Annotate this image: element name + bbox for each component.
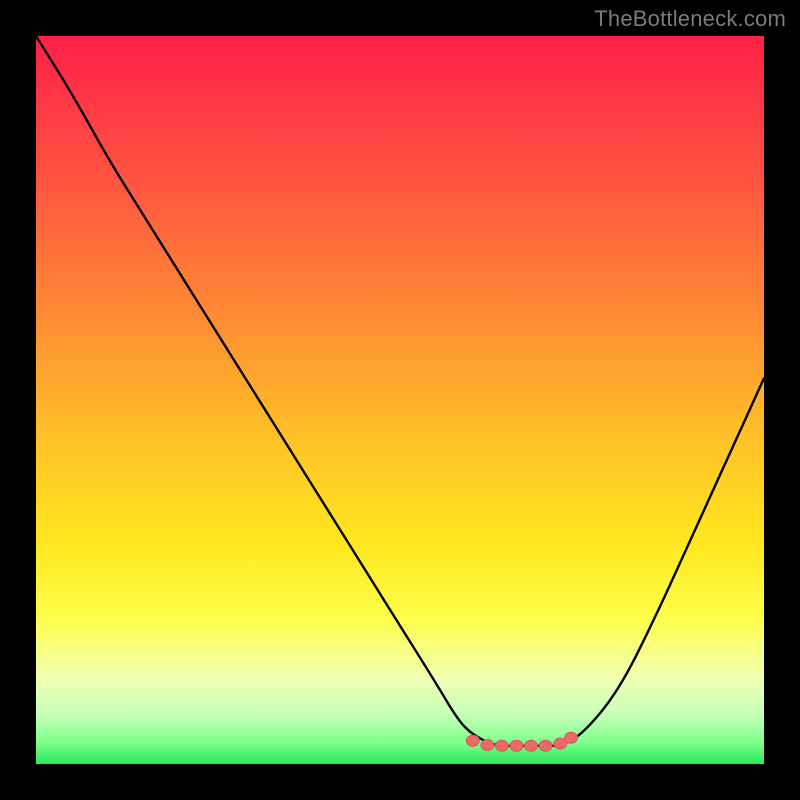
- optimal-marker: [565, 732, 578, 743]
- curve-layer: [36, 36, 764, 764]
- bottleneck-curve: [36, 36, 764, 746]
- optimal-marker: [525, 740, 538, 751]
- plot-area: [36, 36, 764, 764]
- optimal-marker: [510, 740, 523, 751]
- optimal-marker: [466, 735, 479, 746]
- optimal-markers: [466, 732, 577, 751]
- optimal-marker: [539, 740, 552, 751]
- optimal-marker: [495, 740, 508, 751]
- chart-frame: TheBottleneck.com: [0, 0, 800, 800]
- watermark-text: TheBottleneck.com: [594, 6, 786, 32]
- optimal-marker: [481, 740, 494, 751]
